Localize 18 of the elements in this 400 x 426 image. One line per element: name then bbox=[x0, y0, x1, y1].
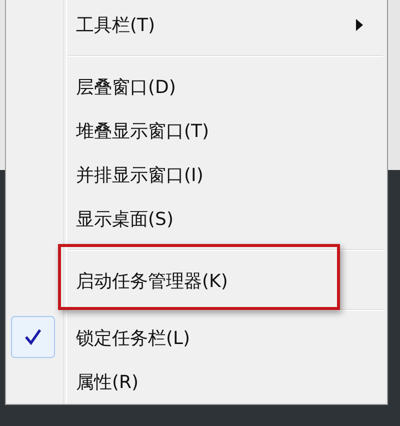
menu-item[interactable]: 锁定任务栏(L) bbox=[6, 316, 387, 360]
menu-label: 显示桌面(S) bbox=[76, 208, 174, 231]
menu-item[interactable]: 属性(R) bbox=[6, 360, 387, 404]
menu-item[interactable]: 显示桌面(S) bbox=[6, 196, 387, 241]
menu-label: 工具栏(T) bbox=[76, 14, 156, 37]
check-icon bbox=[23, 326, 43, 347]
submenu-arrow-icon bbox=[356, 19, 363, 31]
menu-label: 锁定任务栏(L) bbox=[76, 326, 192, 350]
menu-item[interactable]: 堆叠显示窗口(T) bbox=[6, 108, 387, 153]
menu-item[interactable]: 并排显示窗口(I) bbox=[6, 152, 387, 197]
menu-item[interactable]: 层叠窗口(D) bbox=[6, 64, 387, 109]
menu-label: 启动任务管理器(K) bbox=[76, 270, 229, 294]
menu-label: 堆叠显示窗口(T) bbox=[76, 120, 210, 143]
menu-label: 层叠窗口(D) bbox=[76, 76, 177, 99]
menu-label: 属性(R) bbox=[76, 370, 140, 394]
menu-item[interactable]: 启动任务管理器(K) bbox=[6, 259, 387, 304]
menu-label: 并排显示窗口(I) bbox=[76, 164, 204, 187]
menu-item[interactable]: 工具栏(T) bbox=[6, 3, 387, 47]
